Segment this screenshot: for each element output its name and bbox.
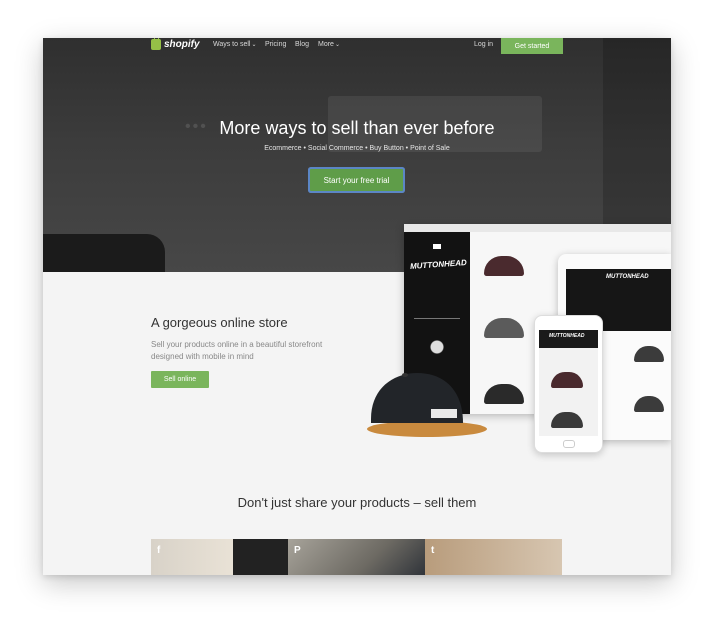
get-started-button[interactable]: Get started	[501, 38, 563, 54]
product-cap-image	[484, 256, 524, 276]
mountain-illustration	[414, 294, 460, 319]
tablet-brand: MUTTONHEAD	[606, 274, 649, 280]
browser-bar	[404, 224, 671, 232]
product-cap-image	[484, 318, 524, 338]
shopify-logo[interactable]: shopify	[151, 38, 200, 50]
nav-item-label: Ways to sell	[213, 41, 251, 48]
product-cap-image	[484, 384, 524, 404]
phone-store-mockup: MUTTONHEAD	[534, 315, 603, 453]
home-button	[563, 440, 575, 448]
product-cap-image	[634, 396, 664, 412]
feature-title: A gorgeous online store	[151, 315, 288, 330]
hero-background-object	[43, 234, 165, 272]
nav-item-more[interactable]: More⌄	[318, 41, 340, 48]
phone-brand: MUTTONHEAD	[549, 333, 585, 339]
facebook-tile[interactable]: f	[151, 539, 288, 575]
shopping-bag-icon	[151, 38, 161, 50]
login-link[interactable]: Log in	[474, 41, 493, 48]
start-free-trial-button[interactable]: Start your free trial	[310, 169, 403, 191]
hat-photo	[367, 373, 487, 437]
product-cap-image	[551, 372, 583, 388]
facebook-icon: f	[157, 545, 161, 556]
chevron-down-icon: ⌄	[334, 42, 340, 48]
nav-item-label: Pricing	[265, 41, 287, 48]
product-cap-image	[551, 412, 583, 428]
nav-item-blog[interactable]: Blog	[295, 41, 309, 48]
twitter-tile[interactable]: t	[425, 539, 562, 575]
hero-subtitle: Ecommerce • Social Commerce • Buy Button…	[264, 145, 450, 152]
sell-online-button[interactable]: Sell online	[151, 371, 209, 388]
chevron-down-icon: ⌄	[251, 42, 257, 48]
share-section-title: Don't just share your products – sell th…	[237, 495, 477, 510]
nav-item-label: More	[318, 41, 334, 48]
top-nav: shopify Ways to sell⌄ Pricing Blog More⌄…	[43, 38, 671, 54]
pinterest-icon: P	[294, 545, 301, 556]
logo-text: shopify	[164, 39, 200, 50]
browser-page: ••• shopify Ways to sell⌄ Pricing Blog M…	[43, 38, 671, 575]
nav-item-pricing[interactable]: Pricing	[265, 41, 286, 48]
phone-screen: MUTTONHEAD	[539, 330, 598, 436]
nav-item-label: Blog	[295, 41, 310, 48]
bear-illustration	[414, 332, 460, 362]
hero-title: More ways to sell than ever before	[219, 118, 495, 138]
feature-description: Sell your products online in a beautiful…	[151, 340, 323, 361]
twitter-icon: t	[431, 545, 435, 556]
store-brand: MUTTONHEAD	[409, 258, 467, 271]
product-cap-image	[634, 346, 664, 362]
pinterest-tile[interactable]: P	[288, 539, 425, 575]
nav-item-ways-to-sell[interactable]: Ways to sell⌄	[213, 41, 257, 48]
flag-icon	[433, 244, 441, 249]
